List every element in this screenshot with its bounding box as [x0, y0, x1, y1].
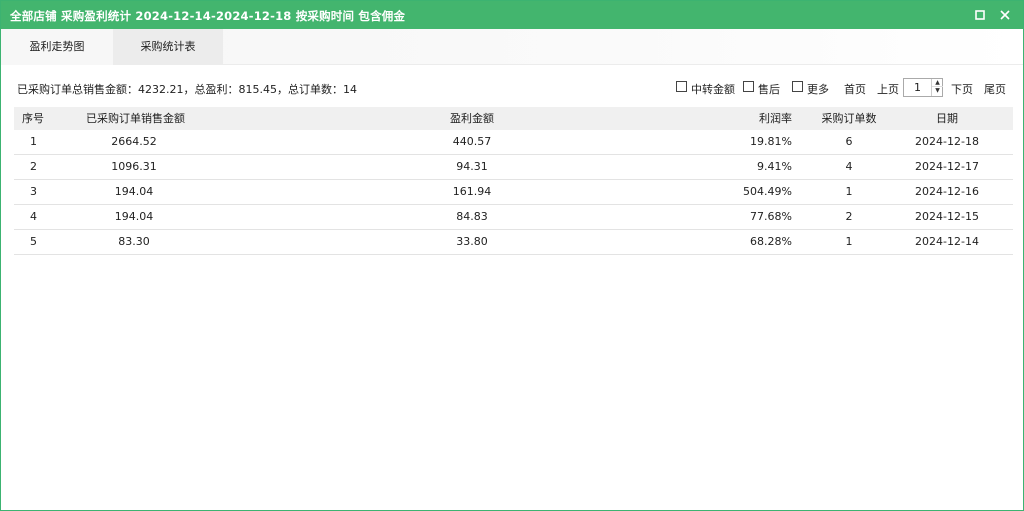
col-header-rate[interactable]: 利润率: [714, 107, 792, 130]
cell-sales: 83.30: [118, 235, 150, 248]
cell-sales: 1096.31: [111, 160, 157, 173]
cell-profit: 33.80: [456, 235, 488, 248]
maximize-icon[interactable]: [972, 7, 988, 23]
cell-no: 2: [30, 160, 37, 173]
cell-profit: 94.31: [456, 160, 488, 173]
title-bar[interactable]: 全部店铺 采购盈利统计 2024-12-14-2024-12-18 按采购时间 …: [1, 1, 1023, 29]
col-header-sales[interactable]: 已采购订单销售金额: [86, 107, 185, 130]
col-header-orders[interactable]: 采购订单数: [814, 107, 884, 130]
cell-rate: 77.68%: [750, 210, 792, 223]
col-header-profit[interactable]: 盈利金额: [374, 107, 570, 130]
cell-no: 5: [30, 235, 37, 248]
tab-bar: 盈利走势图 采购统计表: [1, 29, 1023, 65]
cell-no: 1: [30, 135, 37, 148]
shouhou-label[interactable]: 售后: [758, 81, 780, 97]
table-row[interactable]: 2 1096.31 94.31 9.41% 4 2024-12-17: [14, 155, 1013, 180]
cell-date: 2024-12-14: [915, 235, 979, 248]
prev-page-link[interactable]: 上页: [877, 81, 899, 97]
window-title: 全部店铺 采购盈利统计 2024-12-14-2024-12-18 按采购时间 …: [10, 9, 406, 23]
cell-date: 2024-12-15: [915, 210, 979, 223]
table-row[interactable]: 5 83.30 33.80 68.28% 1 2024-12-14: [14, 230, 1013, 255]
next-page-link[interactable]: 下页: [951, 81, 973, 97]
cell-orders: 1: [845, 235, 853, 248]
table-row[interactable]: 3 194.04 161.94 504.49% 1 2024-12-16: [14, 180, 1013, 205]
cell-sales: 2664.52: [111, 135, 157, 148]
page-spinner[interactable]: ▲ ▼: [931, 79, 943, 96]
spin-down-icon[interactable]: ▼: [932, 87, 943, 95]
page-number-value[interactable]: 1: [914, 81, 921, 94]
table-header: 序号 已采购订单销售金额 盈利金额 利润率 采购订单数 日期: [14, 107, 1013, 130]
more-checkbox[interactable]: [792, 81, 803, 92]
first-page-link[interactable]: 首页: [844, 81, 866, 97]
zhongzhuan-checkbox[interactable]: [676, 81, 687, 92]
tab-profit-trend[interactable]: 盈利走势图: [1, 29, 113, 65]
zhongzhuan-label[interactable]: 中转金额: [691, 81, 735, 97]
spin-up-icon[interactable]: ▲: [932, 79, 943, 87]
cell-date: 2024-12-16: [915, 185, 979, 198]
cell-date: 2024-12-17: [915, 160, 979, 173]
cell-profit: 84.83: [456, 210, 488, 223]
cell-orders: 4: [845, 160, 853, 173]
more-label[interactable]: 更多: [807, 81, 829, 97]
table-row[interactable]: 1 2664.52 440.57 19.81% 6 2024-12-18: [14, 130, 1013, 155]
col-header-no[interactable]: 序号: [22, 107, 44, 130]
cell-date: 2024-12-18: [915, 135, 979, 148]
cell-rate: 19.81%: [750, 135, 792, 148]
cell-sales: 194.04: [114, 210, 154, 223]
col-header-date[interactable]: 日期: [904, 107, 990, 130]
cell-rate: 504.49%: [743, 185, 792, 198]
table-row[interactable]: 4 194.04 84.83 77.68% 2 2024-12-15: [14, 205, 1013, 230]
cell-rate: 68.28%: [750, 235, 792, 248]
purchase-profit-window: 全部店铺 采购盈利统计 2024-12-14-2024-12-18 按采购时间 …: [0, 0, 1024, 511]
tab-purchase-stats[interactable]: 采购统计表: [113, 29, 223, 65]
last-page-link[interactable]: 尾页: [984, 81, 1006, 97]
close-icon[interactable]: [997, 7, 1013, 23]
cell-orders: 1: [845, 185, 853, 198]
cell-orders: 6: [845, 135, 853, 148]
cell-profit: 440.57: [452, 135, 492, 148]
cell-rate: 9.41%: [757, 160, 792, 173]
page-number-stepper[interactable]: 1 ▲ ▼: [903, 78, 943, 97]
cell-sales: 194.04: [114, 185, 154, 198]
shouhou-checkbox[interactable]: [743, 81, 754, 92]
cell-profit: 161.94: [452, 185, 492, 198]
cell-no: 4: [30, 210, 37, 223]
cell-orders: 2: [845, 210, 853, 223]
cell-no: 3: [30, 185, 37, 198]
filter-and-pagination-bar: 中转金额 售后 更多 首页 上页 1 ▲ ▼ 下页 尾页: [1, 78, 1023, 98]
